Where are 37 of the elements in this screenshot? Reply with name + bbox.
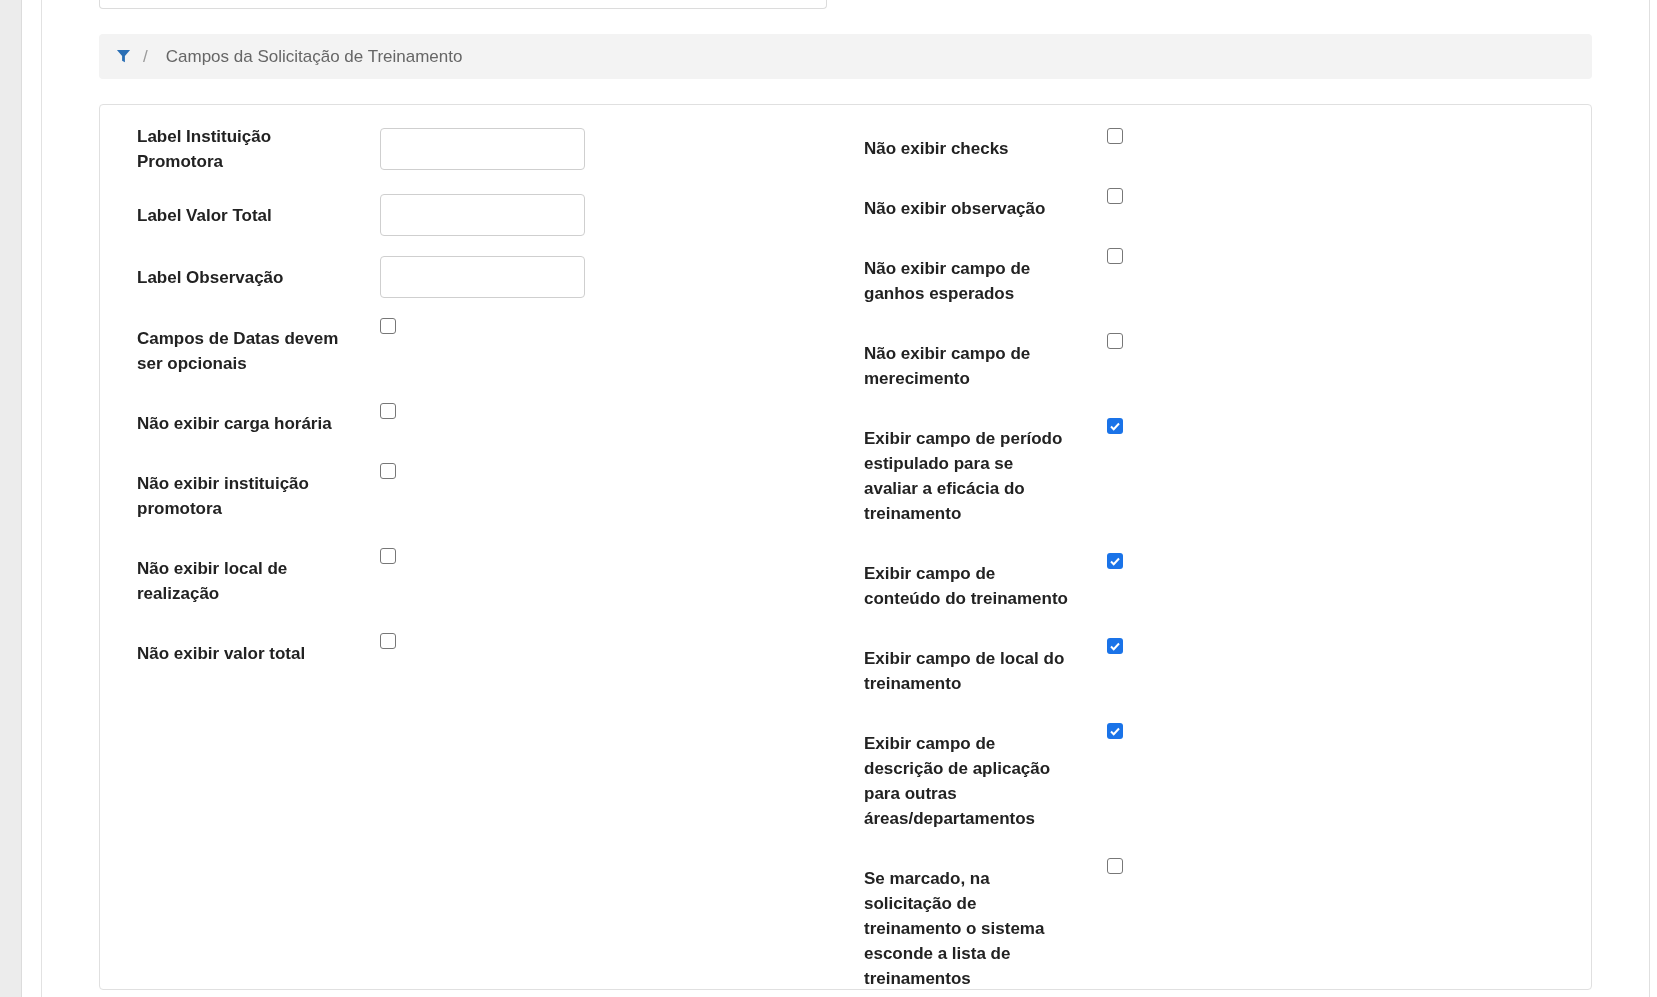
field-label: Se marcado, na solicitação de treinamento o sistema esconde a lista de treinamentos	[864, 868, 1046, 990]
checkbox[interactable]	[1107, 188, 1123, 204]
field-label: Exibir campo de conteúdo do treinamento	[864, 563, 1069, 610]
field-label: Não exibir carga horária	[137, 413, 333, 435]
checkbox[interactable]	[380, 463, 396, 479]
field-label: Exibir campo de período estipulado para se avaliar a eficácia do treinamento	[864, 428, 1064, 525]
text-input[interactable]	[380, 194, 585, 236]
checkbox[interactable]	[380, 403, 396, 419]
field-label: Exibir campo de descrição de aplicação para outras áreas/departamentos	[864, 733, 1052, 830]
field-label: Label Observação	[137, 266, 285, 289]
field-label: Não exibir campo de ganhos esperados	[864, 258, 1032, 305]
checkbox[interactable]	[1107, 723, 1123, 739]
field-label: Não exibir local de realização	[137, 558, 289, 605]
checkbox[interactable]	[1107, 638, 1123, 654]
checkbox[interactable]	[1107, 333, 1123, 349]
checkbox[interactable]	[380, 548, 396, 564]
checkbox[interactable]	[380, 633, 396, 649]
breadcrumb-title: Campos da Solicitação de Treinamento	[165, 45, 463, 68]
field-label: Não exibir instituição promotora	[137, 473, 310, 520]
filter-icon	[116, 49, 131, 64]
field-label: Não exibir campo de merecimento	[864, 343, 1032, 390]
checkbox[interactable]	[1107, 553, 1123, 569]
field-label: Label Valor Total	[137, 204, 273, 227]
text-input[interactable]	[380, 128, 585, 170]
checkbox[interactable]	[1107, 128, 1123, 144]
field-label: Campos de Datas devem ser opcionais	[137, 328, 340, 375]
field-label: Não exibir checks	[864, 138, 1010, 160]
field-label: Label Instituição Promotora	[137, 126, 273, 173]
checkbox[interactable]	[1107, 418, 1123, 434]
text-input[interactable]	[380, 256, 585, 298]
checkbox[interactable]	[1107, 248, 1123, 264]
field-label: Não exibir valor total	[137, 643, 307, 665]
checkbox[interactable]	[1107, 858, 1123, 874]
breadcrumb-separator: /	[143, 45, 148, 68]
checkbox[interactable]	[380, 318, 396, 334]
field-label: Não exibir observação	[864, 198, 1047, 220]
field-label: Exibir campo de local do treinamento	[864, 648, 1066, 695]
